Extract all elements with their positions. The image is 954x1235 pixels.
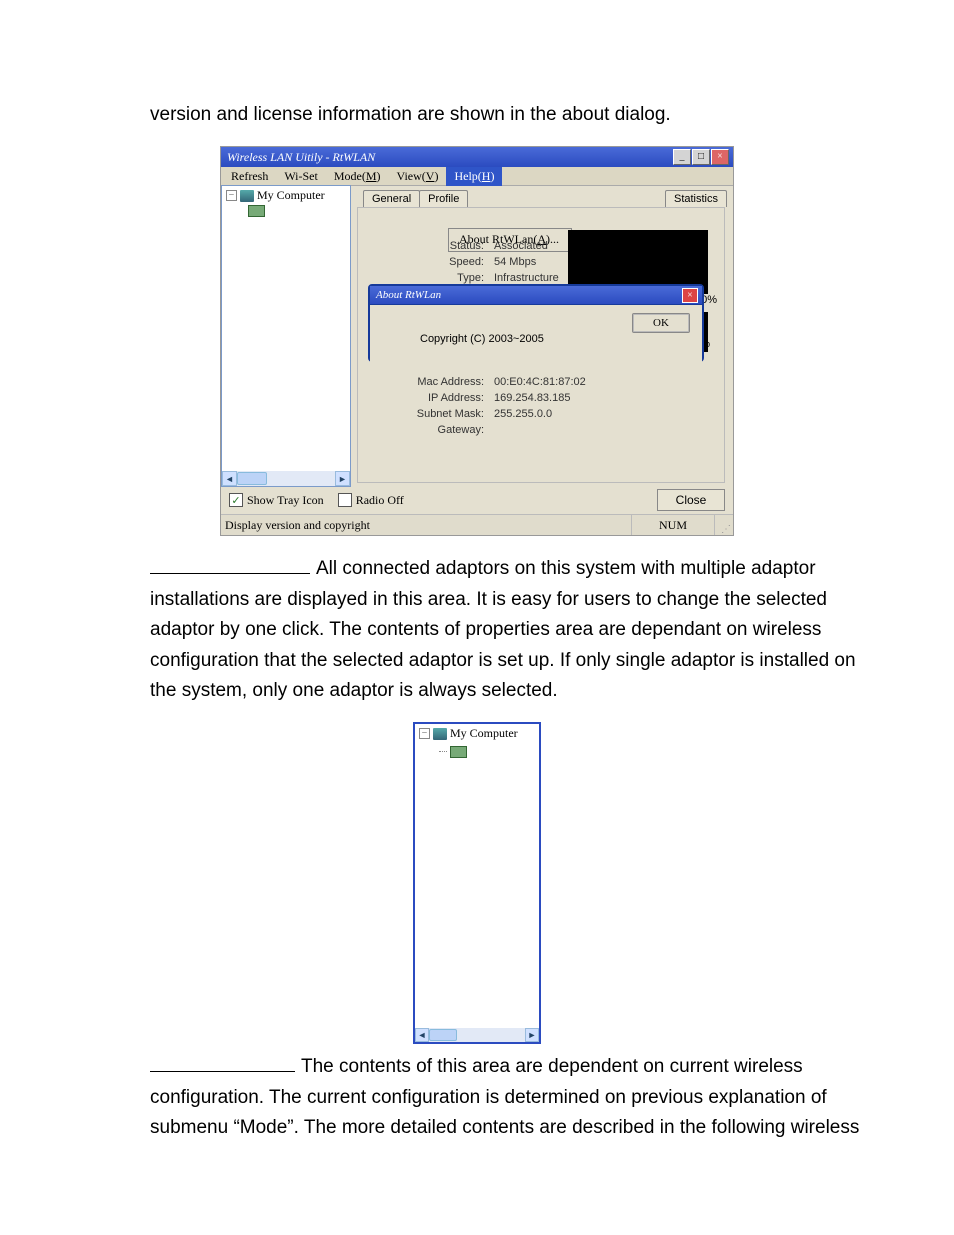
menu-mode[interactable]: Mode(M): [326, 167, 389, 186]
tree-scrollbar[interactable]: ◄ ►: [415, 1028, 539, 1042]
text: All connected adaptors on this system wi…: [150, 558, 856, 701]
blank-underline: [150, 573, 310, 574]
about-close-button[interactable]: ×: [682, 288, 698, 303]
computer-icon: [433, 728, 447, 740]
about-ok-button[interactable]: OK: [632, 313, 690, 333]
paragraph-bottom: The contents of this area are dependent …: [150, 1052, 874, 1143]
paragraph-top: version and license information are show…: [150, 100, 874, 130]
tree-child-node[interactable]: [222, 205, 350, 220]
checkbox-checked-icon: ✓: [229, 493, 243, 507]
collapse-icon[interactable]: −: [226, 190, 237, 201]
show-tray-checkbox[interactable]: ✓ Show Tray Icon: [229, 493, 324, 508]
close-window-button[interactable]: ×: [711, 149, 729, 165]
row-speed: Speed:54 Mbps: [404, 256, 536, 268]
collapse-icon[interactable]: −: [419, 728, 430, 739]
tab-statistics[interactable]: Statistics: [665, 190, 727, 207]
tab-profile[interactable]: Profile: [419, 190, 468, 207]
close-button[interactable]: Close: [657, 489, 725, 511]
row-gateway: Gateway:: [404, 424, 494, 436]
tree-root-node[interactable]: − My Computer: [415, 724, 539, 741]
menu-refresh[interactable]: Refresh: [223, 167, 276, 186]
scroll-thumb[interactable]: [429, 1029, 457, 1041]
about-title: About RtWLan: [376, 289, 441, 301]
adapter-icon: [450, 746, 467, 758]
general-panel: About RtWLan(A)... Status:Associated Spe…: [357, 207, 725, 483]
scroll-right-icon[interactable]: ►: [525, 1028, 539, 1042]
text: The contents of this area are dependent …: [150, 1056, 859, 1138]
menu-view[interactable]: View(V): [389, 167, 447, 186]
status-message: Display version and copyright: [221, 515, 632, 535]
checkbox-unchecked-icon: [338, 493, 352, 507]
menu-help[interactable]: Help(H): [446, 167, 502, 186]
tree-root-label: My Computer: [450, 726, 518, 741]
tree-child-node[interactable]: [415, 743, 539, 758]
blank-underline: [150, 1071, 295, 1072]
adapter-icon: [248, 205, 265, 217]
text: version and license information are show…: [150, 104, 671, 125]
adapter-tree[interactable]: − My Computer ◄ ►: [221, 185, 351, 487]
status-num-lock: NUM: [632, 515, 715, 535]
titlebar: Wireless LAN Uitily - RtWLAN _ □ ×: [221, 147, 733, 167]
row-mask: Subnet Mask:255.255.0.0: [404, 408, 552, 420]
screenshot-adapter-tree: − My Computer ◄ ►: [413, 722, 541, 1044]
about-copyright: Copyright (C) 2003~2005: [420, 333, 544, 345]
tree-scrollbar[interactable]: ◄ ►: [222, 471, 350, 486]
maximize-button[interactable]: □: [692, 149, 710, 165]
status-bar: Display version and copyright NUM ⋰: [221, 514, 733, 535]
row-mac: Mac Address:00:E0:4C:81:87:02: [404, 376, 586, 388]
row-ip: IP Address:169.254.83.185: [404, 392, 570, 404]
row-status: Status:Associated: [404, 240, 548, 252]
scroll-left-icon[interactable]: ◄: [415, 1028, 429, 1042]
tree-root-node[interactable]: − My Computer: [222, 186, 350, 203]
window-title: Wireless LAN Uitily - RtWLAN: [227, 150, 375, 165]
menubar: Refresh Wi-Set Mode(M) View(V) Help(H): [221, 167, 733, 186]
minimize-button[interactable]: _: [673, 149, 691, 165]
computer-icon: [240, 190, 254, 202]
radio-off-checkbox[interactable]: Radio Off: [338, 493, 404, 508]
row-type: Type:Infrastructure: [404, 272, 559, 284]
scroll-thumb[interactable]: [237, 472, 267, 485]
resize-grip-icon[interactable]: ⋰: [715, 515, 733, 535]
show-tray-label: Show Tray Icon: [247, 493, 324, 508]
radio-off-label: Radio Off: [356, 493, 404, 508]
tree-root-label: My Computer: [257, 188, 325, 203]
scroll-right-icon[interactable]: ►: [335, 471, 350, 486]
paragraph-middle: All connected adaptors on this system wi…: [150, 554, 874, 706]
tab-general[interactable]: General: [363, 190, 420, 207]
properties-pane: General Profile Statistics About RtWLan(…: [351, 185, 733, 487]
bottom-bar: ✓ Show Tray Icon Radio Off Close: [221, 487, 733, 513]
scroll-left-icon[interactable]: ◄: [222, 471, 237, 486]
about-dialog: About RtWLan × Copyright (C) 2003~2005 O…: [368, 284, 704, 362]
screenshot-main-window: Wireless LAN Uitily - RtWLAN _ □ × Refre…: [220, 146, 734, 536]
menu-wi-set[interactable]: Wi-Set: [276, 167, 326, 186]
